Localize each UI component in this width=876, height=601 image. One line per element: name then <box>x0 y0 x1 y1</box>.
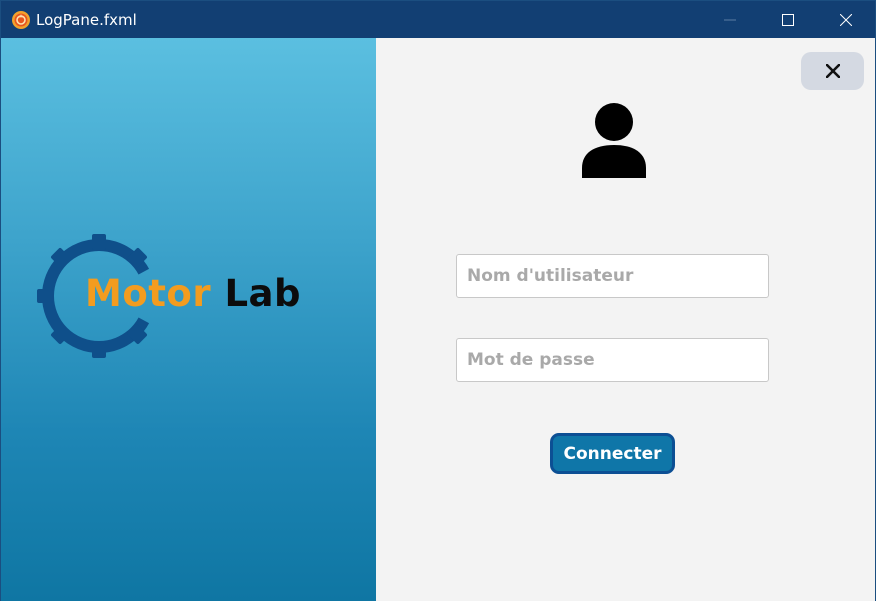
minimize-button[interactable] <box>701 1 759 38</box>
login-form-panel: Connecter <box>376 38 875 601</box>
window-title: LogPane.fxml <box>36 11 137 29</box>
maximize-button[interactable] <box>759 1 817 38</box>
login-window: LogPane.fxml Motor Lab Nom d'utilisateur… <box>0 0 876 601</box>
close-button[interactable] <box>801 52 864 90</box>
logo-word-lab: Lab <box>224 272 302 315</box>
app-logo-icon <box>12 11 30 29</box>
maximize-icon <box>782 13 794 26</box>
title-bar[interactable]: LogPane.fxml <box>1 1 875 38</box>
password-field[interactable] <box>456 338 769 382</box>
user-icon <box>582 103 646 178</box>
motor-lab-logo: Motor Lab <box>37 234 307 358</box>
logo-word-motor: Motor <box>85 272 212 315</box>
close-icon <box>825 64 840 78</box>
brand-panel: Motor Lab <box>1 38 376 601</box>
username-field[interactable] <box>456 254 769 298</box>
minimize-icon <box>724 19 736 20</box>
connect-button[interactable]: Connecter <box>550 433 675 474</box>
close-icon <box>840 13 852 26</box>
logo-wordmark: Motor Lab <box>85 272 301 315</box>
window-close-button[interactable] <box>817 1 875 38</box>
